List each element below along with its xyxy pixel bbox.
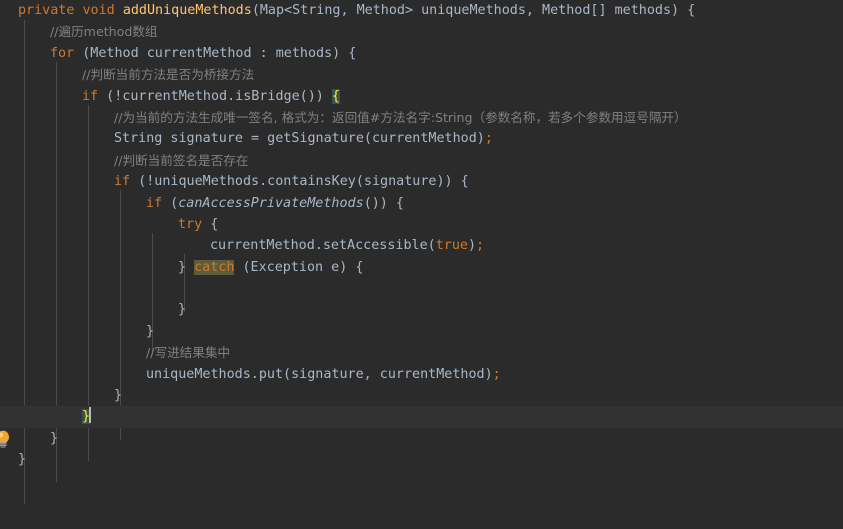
code-token: { bbox=[331, 88, 340, 104]
code-token: //判断当前方法是否为桥接方法 bbox=[82, 67, 255, 83]
code-token: if bbox=[82, 88, 99, 104]
code-token: if bbox=[114, 174, 131, 190]
code-line-5[interactable]: if (!currentMethod.isBridge()) { bbox=[0, 86, 843, 107]
code-token: private void bbox=[18, 3, 123, 18]
code-line-21[interactable]: } bbox=[0, 428, 843, 449]
code-line-12[interactable]: currentMethod.setAccessible(true); bbox=[0, 235, 843, 256]
code-token: //判断当前签名是否存在 bbox=[114, 152, 249, 168]
code-line-22[interactable]: } bbox=[0, 449, 843, 470]
code-token: uniqueMethods.put(signature, currentMeth… bbox=[146, 366, 493, 382]
code-token: addUniqueMethods bbox=[122, 3, 252, 18]
code-token: } bbox=[50, 430, 59, 446]
code-line-3[interactable]: for (Method currentMethod : methods) { bbox=[0, 43, 843, 64]
code-token: (Map<String, Method> uniqueMethods, Meth… bbox=[251, 3, 696, 18]
code-token: canAccessPrivateMethods bbox=[178, 195, 364, 211]
code-token: catch bbox=[194, 259, 235, 275]
code-token: if bbox=[146, 195, 163, 211]
code-token: ; bbox=[476, 238, 485, 254]
code-line-2[interactable]: //遍历method数组 bbox=[0, 21, 843, 42]
code-line-13[interactable]: } catch (Exception e) { bbox=[0, 257, 843, 278]
code-text-area[interactable]: private void addUniqueMethods(Map<String… bbox=[0, 0, 843, 529]
code-token: //遍历method数组 bbox=[50, 24, 158, 40]
code-line-8[interactable]: //判断当前签名是否存在 bbox=[0, 150, 843, 171]
code-token: ()) { bbox=[363, 195, 404, 211]
code-token: try bbox=[178, 216, 203, 232]
code-token: (Exception e) { bbox=[234, 259, 364, 275]
code-token: ; bbox=[492, 366, 501, 382]
code-line-9[interactable]: if (!uniqueMethods.containsKey(signature… bbox=[0, 171, 843, 192]
code-line-10[interactable]: if (canAccessPrivateMethods()) { bbox=[0, 193, 843, 214]
code-token: ; bbox=[484, 131, 493, 147]
code-token: } bbox=[178, 302, 187, 318]
code-token: currentMethod.setAccessible( bbox=[210, 238, 436, 254]
lightbulb-icon[interactable] bbox=[0, 430, 10, 448]
code-token: ) bbox=[467, 238, 477, 254]
code-token: //写进结果集中 bbox=[146, 345, 231, 361]
code-line-1[interactable]: private void addUniqueMethods(Map<String… bbox=[0, 0, 843, 21]
code-token: (!currentMethod.isBridge()) bbox=[98, 88, 332, 104]
code-token: } bbox=[18, 452, 27, 468]
code-token: String signature = getSignature(currentM… bbox=[114, 131, 485, 147]
code-token: } bbox=[178, 259, 195, 275]
code-token: { bbox=[202, 216, 219, 232]
code-token: true bbox=[435, 238, 468, 254]
code-token: } bbox=[114, 388, 123, 404]
code-line-14[interactable] bbox=[0, 278, 843, 299]
code-line-7[interactable]: String signature = getSignature(currentM… bbox=[0, 128, 843, 149]
code-token: } bbox=[146, 323, 155, 339]
code-line-4[interactable]: //判断当前方法是否为桥接方法 bbox=[0, 64, 843, 85]
code-line-11[interactable]: try { bbox=[0, 214, 843, 235]
code-token: //为当前的方法生成唯一签名, 格式为：返回值#方法名字:String（参数名称… bbox=[114, 109, 687, 125]
code-token: ( bbox=[162, 195, 179, 211]
text-caret bbox=[89, 407, 92, 424]
code-line-18[interactable]: uniqueMethods.put(signature, currentMeth… bbox=[0, 364, 843, 385]
code-token: (Method currentMethod : methods) { bbox=[74, 45, 357, 61]
code-line-17[interactable]: //写进结果集中 bbox=[0, 342, 843, 363]
code-token: (!uniqueMethods.containsKey(signature)) … bbox=[130, 174, 469, 190]
code-line-19[interactable]: } bbox=[0, 385, 843, 406]
code-editor[interactable]: private void addUniqueMethods(Map<String… bbox=[0, 0, 843, 529]
code-line-16[interactable]: } bbox=[0, 321, 843, 342]
code-line-6[interactable]: //为当前的方法生成唯一签名, 格式为：返回值#方法名字:String（参数名称… bbox=[0, 107, 843, 128]
code-line-15[interactable]: } bbox=[0, 299, 843, 320]
code-line-20[interactable]: } bbox=[0, 406, 843, 428]
code-token: for bbox=[50, 45, 75, 61]
